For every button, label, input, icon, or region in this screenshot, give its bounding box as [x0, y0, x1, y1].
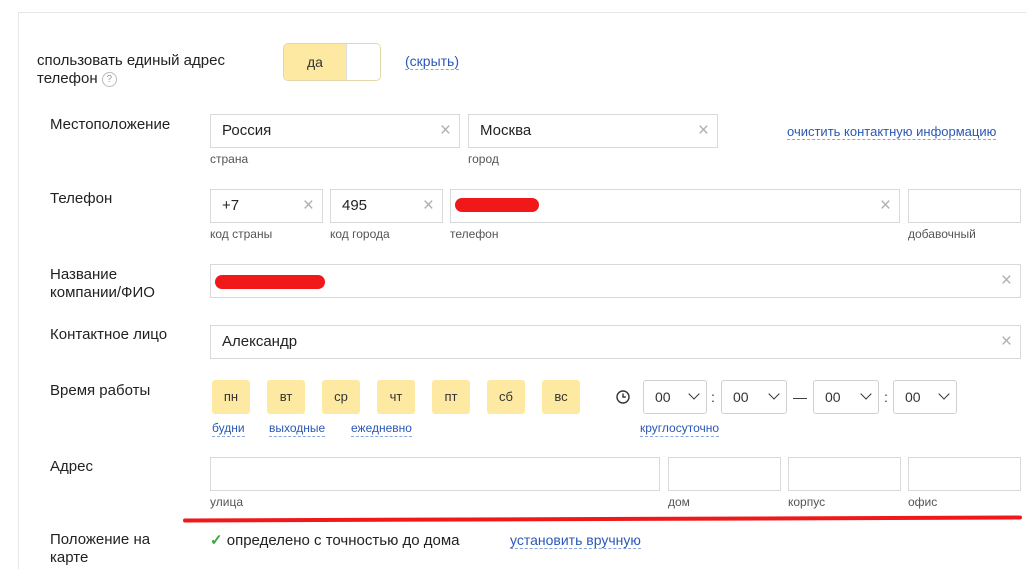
day-sun-button[interactable]: вс [542, 380, 580, 414]
clock-icon [616, 390, 630, 404]
company-label-line1: Название [50, 266, 118, 283]
map-position-label: Положение на карте [50, 531, 150, 567]
street-field[interactable] [210, 457, 660, 491]
shared-address-toggle[interactable]: да [284, 44, 380, 80]
close-hour-value: 00 [825, 389, 841, 405]
check-icon: ✓ [210, 532, 223, 549]
toggle-knob [346, 44, 380, 80]
work-hours-label: Время работы [50, 382, 151, 399]
company-name-field[interactable]: × [210, 264, 1021, 298]
house-hint: дом [668, 495, 690, 509]
clear-country-icon[interactable]: × [440, 115, 451, 147]
country-hint: страна [210, 152, 249, 166]
map-position-status-text: определено с точностью до дома [226, 532, 460, 549]
chevron-down-icon [938, 388, 950, 400]
address-label: Адрес [50, 458, 93, 475]
office-hint: офис [908, 495, 938, 509]
country-code-hint: код страны [210, 227, 273, 241]
day-sat-button[interactable]: сб [487, 380, 525, 414]
day-tue-button[interactable]: вт [267, 380, 305, 414]
map-position-label-line2: карте [50, 549, 89, 566]
building-field[interactable] [788, 457, 901, 491]
clear-contact-info-link[interactable]: очистить контактную информацию [787, 124, 997, 140]
time-colon: : [884, 389, 888, 405]
daily-preset-link[interactable]: ежедневно [351, 421, 412, 437]
clear-contact-person-icon[interactable]: × [1001, 326, 1012, 358]
phone-label: Телефон [50, 190, 113, 207]
company-label: Название компании/ФИО [50, 266, 155, 302]
clear-company-icon[interactable]: × [1001, 265, 1012, 297]
day-thu-button[interactable]: чт [377, 380, 415, 414]
city-value: Москва [480, 122, 532, 139]
clear-city-icon[interactable]: × [698, 115, 709, 147]
extension-field[interactable] [908, 189, 1021, 223]
map-position-status: ✓ определено с точностью до дома [210, 531, 460, 549]
weekdays-preset-link[interactable]: будни [212, 421, 245, 437]
day-wed-button[interactable]: ср [322, 380, 360, 414]
clear-phone-number-icon[interactable]: × [880, 190, 891, 222]
map-position-label-line1: Положение на [50, 531, 151, 548]
help-icon[interactable]: ? [101, 72, 117, 87]
company-redaction-mark [215, 275, 325, 289]
shared-address-label-line1: спользовать единый адрес [37, 52, 225, 69]
extension-hint: добавочный [908, 227, 976, 241]
clear-country-code-icon[interactable]: × [303, 190, 314, 222]
open-hour-select[interactable]: 00 [643, 380, 707, 414]
close-hour-select[interactable]: 00 [813, 380, 879, 414]
phone-number-hint: телефон [450, 227, 499, 241]
city-field[interactable]: Москва × [468, 114, 718, 148]
location-label: Местоположение [50, 116, 171, 133]
set-manually-link[interactable]: установить вручную [510, 533, 641, 549]
phone-redaction-mark [455, 198, 539, 212]
weekends-preset-link[interactable]: выходные [269, 421, 326, 437]
contact-person-value: Александр [222, 333, 298, 350]
clear-city-code-icon[interactable]: × [423, 190, 434, 222]
country-code-value: +7 [222, 197, 240, 214]
house-field[interactable] [668, 457, 781, 491]
time-colon: : [711, 389, 715, 405]
red-annotation-underline [182, 515, 1023, 523]
city-code-hint: код города [330, 227, 390, 241]
chevron-down-icon [860, 388, 872, 400]
street-hint: улица [210, 495, 243, 509]
contact-person-field[interactable]: Александр × [210, 325, 1021, 359]
country-field[interactable]: Россия × [210, 114, 460, 148]
office-field[interactable] [908, 457, 1021, 491]
day-mon-button[interactable]: пн [212, 380, 250, 414]
shared-address-label-line2: телефон [37, 70, 98, 87]
building-hint: корпус [788, 495, 826, 509]
chevron-down-icon [688, 388, 700, 400]
day-fri-button[interactable]: пт [432, 380, 470, 414]
city-code-field[interactable]: 495 × [330, 189, 443, 223]
close-minute-value: 00 [905, 389, 921, 405]
city-hint: город [468, 152, 499, 166]
close-minute-select[interactable]: 00 [893, 380, 957, 414]
contact-person-label: Контактное лицо [50, 326, 168, 343]
open-hour-value: 00 [655, 389, 671, 405]
open-minute-select[interactable]: 00 [721, 380, 787, 414]
shared-address-label: спользовать единый адрес телефон ? [37, 52, 225, 88]
panel-top-border [18, 12, 1026, 13]
time-dash: — [793, 389, 807, 405]
country-code-field[interactable]: +7 × [210, 189, 323, 223]
hide-link[interactable]: (скрыть) [405, 54, 460, 70]
open-minute-value: 00 [733, 389, 749, 405]
around-the-clock-link[interactable]: круглосуточно [640, 421, 720, 437]
city-code-value: 495 [342, 197, 368, 214]
panel-left-border [18, 12, 19, 569]
toggle-on-label: да [284, 44, 346, 80]
country-value: Россия [222, 122, 272, 139]
company-label-line2: компании/ФИО [50, 284, 155, 301]
chevron-down-icon [768, 388, 780, 400]
